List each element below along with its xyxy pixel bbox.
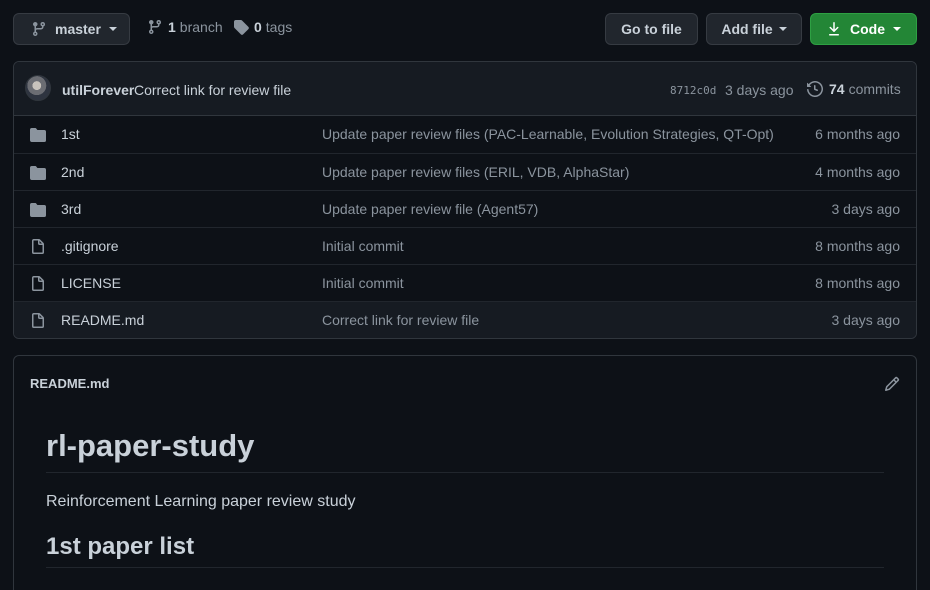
file-commit-time: 8 months ago xyxy=(815,275,900,291)
readme-description: Reinforcement Learning paper review stud… xyxy=(46,493,356,510)
branch-icon xyxy=(147,19,163,35)
tag-icon xyxy=(233,19,249,35)
file-name-link[interactable]: 2nd xyxy=(61,164,84,180)
file-commit-time: 3 days ago xyxy=(831,201,901,217)
file-commit-message-link[interactable]: Update paper review files (PAC-Learnable… xyxy=(322,126,774,142)
tag-count: 0 xyxy=(254,19,262,35)
branch-name: master xyxy=(55,21,101,37)
file-commit-message-link[interactable]: Initial commit xyxy=(322,275,404,291)
file-commit-time: 3 days ago xyxy=(831,312,901,328)
file-name-link[interactable]: LICENSE xyxy=(61,275,121,291)
file-row[interactable]: 3rd Update paper review file (Agent57) 3 d… xyxy=(14,190,916,227)
commit-count-label: commits xyxy=(848,81,901,97)
add-file-label: Add file xyxy=(721,21,773,37)
download-icon xyxy=(826,21,842,37)
branch-icon xyxy=(31,21,47,37)
chevron-down-icon xyxy=(778,27,787,31)
file-name-link[interactable]: README.md xyxy=(61,312,144,328)
file-navigation-box: utilForever Correct link for review file… xyxy=(13,61,917,339)
code-label: Code xyxy=(850,21,885,37)
file-commit-time: 8 months ago xyxy=(815,238,900,254)
commit-author-link[interactable]: utilForever xyxy=(62,82,134,98)
branches-link[interactable]: 1 branch xyxy=(147,19,223,35)
file-icon xyxy=(30,276,46,295)
avatar[interactable] xyxy=(25,75,51,101)
branch-label: branch xyxy=(179,19,223,35)
commit-time: 3 days ago xyxy=(725,82,794,98)
tag-label: tags xyxy=(265,19,293,35)
commit-count: 74 xyxy=(829,81,845,97)
file-name-link[interactable]: 3rd xyxy=(61,201,81,217)
file-row[interactable]: LICENSE Initial commit 8 months ago xyxy=(14,264,916,301)
file-icon xyxy=(30,239,46,258)
file-commit-message-link[interactable]: Correct link for review file xyxy=(322,312,479,328)
readme-heading: rl-paper-study xyxy=(46,412,884,473)
pencil-icon[interactable] xyxy=(884,376,900,395)
file-commit-message-link[interactable]: Update paper review file (Agent57) xyxy=(322,201,538,217)
go-to-file-button[interactable]: Go to file xyxy=(605,13,698,45)
chevron-down-icon xyxy=(108,27,117,31)
readme-filename[interactable]: README.md xyxy=(30,376,109,391)
commit-sha-link[interactable]: 8712c0d xyxy=(670,84,716,97)
branch-count: 1 xyxy=(168,19,176,35)
branch-selector-button[interactable]: master xyxy=(13,13,130,45)
add-file-button[interactable]: Add file xyxy=(706,13,802,45)
file-commit-message-link[interactable]: Update paper review files (ERIL, VDB, Al… xyxy=(322,164,629,180)
folder-icon xyxy=(30,202,46,221)
folder-icon xyxy=(30,127,46,146)
commits-link[interactable]: 74 commits xyxy=(807,81,901,97)
chevron-down-icon xyxy=(893,27,901,31)
commit-message-link[interactable]: Correct link for review file xyxy=(134,82,291,98)
file-commit-time: 6 months ago xyxy=(815,126,900,142)
file-commit-time: 4 months ago xyxy=(815,164,900,180)
file-commit-message-link[interactable]: Initial commit xyxy=(322,238,404,254)
readme-box: README.md rl-paper-study Reinforcement L… xyxy=(13,355,917,590)
file-row[interactable]: 2nd Update paper review files (ERIL, VDB,… xyxy=(14,153,916,190)
go-to-file-label: Go to file xyxy=(621,21,682,37)
tags-link[interactable]: 0 tags xyxy=(233,19,292,35)
file-name-link[interactable]: 1st xyxy=(61,126,80,142)
file-row[interactable]: .gitignore Initial commit 8 months ago xyxy=(14,227,916,264)
history-icon xyxy=(807,81,823,97)
folder-icon xyxy=(30,165,46,184)
readme-section-heading: 1st paper list xyxy=(46,533,884,568)
file-row[interactable]: 1st Update paper review files (PAC-Learna… xyxy=(14,116,916,153)
file-row[interactable]: README.md Correct link for review file 3 d… xyxy=(14,301,916,338)
readme-header: README.md xyxy=(14,356,916,412)
file-icon xyxy=(30,313,46,332)
code-button[interactable]: Code xyxy=(810,13,917,45)
file-name-link[interactable]: .gitignore xyxy=(61,238,119,254)
latest-commit-bar: utilForever Correct link for review file… xyxy=(14,62,916,116)
